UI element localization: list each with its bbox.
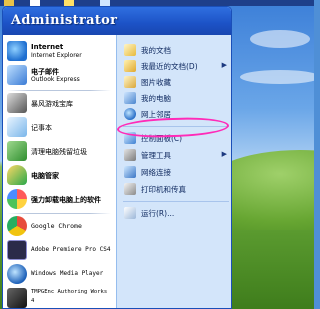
separator (123, 201, 229, 202)
place-printers-faxes[interactable]: 打印机和传真 (124, 182, 230, 196)
program-label: Adobe Premiere Pro CS4 (31, 246, 111, 253)
submenu-arrow-icon: ▶ (221, 150, 227, 158)
tmpgenc-icon (7, 288, 27, 308)
program-label: 强力卸载电脑上的软件 (31, 196, 101, 204)
network-connections-icon (124, 166, 136, 178)
uninstall-icon (7, 189, 27, 209)
user-name: Administrator (11, 13, 118, 28)
separator (7, 90, 111, 91)
pc-manager-icon (7, 165, 27, 185)
place-admin-tools[interactable]: 管理工具 ▶ (124, 148, 230, 162)
cleanup-icon (7, 141, 27, 161)
cloud (250, 30, 310, 48)
place-label: 我最近的文档(D) (141, 62, 198, 71)
network-places-icon (124, 108, 136, 120)
program-media-player[interactable]: Windows Media Player (7, 264, 113, 286)
program-label: 记事本 (31, 124, 52, 132)
place-label: 打印机和传真 (141, 185, 186, 194)
run-icon (124, 207, 136, 219)
my-pictures-icon (124, 76, 136, 88)
outlook-express-icon (7, 65, 27, 85)
program-cleanup[interactable]: 清理电脑残留垃圾 (7, 141, 113, 163)
pinned-programs-pane: Internet Internet Explorer 电子邮件 Outlook … (3, 35, 116, 308)
program-sublabel: 4 (31, 298, 35, 304)
place-label: 我的电脑 (141, 94, 171, 103)
place-run[interactable]: 运行(R)... (124, 206, 230, 220)
program-notepad[interactable]: 记事本 (7, 117, 113, 139)
separator (7, 213, 111, 214)
place-label: 管理工具 (141, 151, 171, 160)
program-uninstall[interactable]: 强力卸载电脑上的软件 (7, 189, 113, 211)
place-label: 网络连接 (141, 168, 171, 177)
program-sublabel: Outlook Express (31, 76, 80, 83)
game-library-icon (7, 93, 27, 113)
premiere-icon (7, 240, 27, 260)
program-label: Internet (31, 43, 64, 51)
place-recent-documents[interactable]: 我最近的文档(D) ▶ (124, 59, 230, 73)
program-tmpgenc[interactable]: TMPGEnc Authoring Works 4 (7, 288, 113, 308)
cloud (240, 70, 314, 84)
media-player-icon (7, 264, 27, 284)
program-label: 清理电脑残留垃圾 (31, 148, 87, 156)
program-premiere[interactable]: Adobe Premiere Pro CS4 (7, 240, 113, 262)
chrome-icon (7, 216, 27, 236)
program-label: 暴风游戏宝库 (31, 100, 73, 108)
program-outlook-express[interactable]: 电子邮件 Outlook Express (7, 65, 113, 87)
place-network-connections[interactable]: 网络连接 (124, 165, 230, 179)
program-label: Windows Media Player (31, 270, 104, 277)
place-label: 我的文档 (141, 46, 171, 55)
my-documents-icon (124, 44, 136, 56)
program-game-library[interactable]: 暴风游戏宝库 (7, 93, 113, 115)
my-computer-icon (124, 92, 136, 104)
recent-documents-icon (124, 60, 136, 72)
program-google-chrome[interactable]: Google Chrome (7, 216, 113, 238)
printers-faxes-icon (124, 183, 136, 195)
program-sublabel: Internet Explorer (31, 52, 82, 59)
program-label: 电脑管家 (31, 172, 59, 180)
program-pc-manager[interactable]: 电脑管家 (7, 165, 113, 187)
place-my-documents[interactable]: 我的文档 (124, 43, 230, 57)
submenu-arrow-icon: ▶ (221, 61, 227, 69)
notepad-icon (7, 117, 27, 137)
place-my-pictures[interactable]: 图片收藏 (124, 75, 230, 89)
program-label: TMPGEnc Authoring Works (31, 289, 108, 295)
place-my-computer[interactable]: 我的电脑 (124, 91, 230, 105)
place-label: 运行(R)... (141, 209, 175, 218)
program-internet-explorer[interactable]: Internet Internet Explorer (7, 41, 113, 63)
program-label: Google Chrome (31, 222, 82, 230)
internet-explorer-icon (7, 41, 27, 61)
start-menu: Administrator Internet Internet Explorer… (2, 6, 232, 309)
admin-tools-icon (124, 149, 136, 161)
start-menu-header: Administrator (3, 7, 231, 35)
place-label: 图片收藏 (141, 78, 171, 87)
places-pane: 我的文档 我最近的文档(D) ▶ 图片收藏 我的电脑 网上邻居 控制面板(C) (116, 35, 231, 308)
